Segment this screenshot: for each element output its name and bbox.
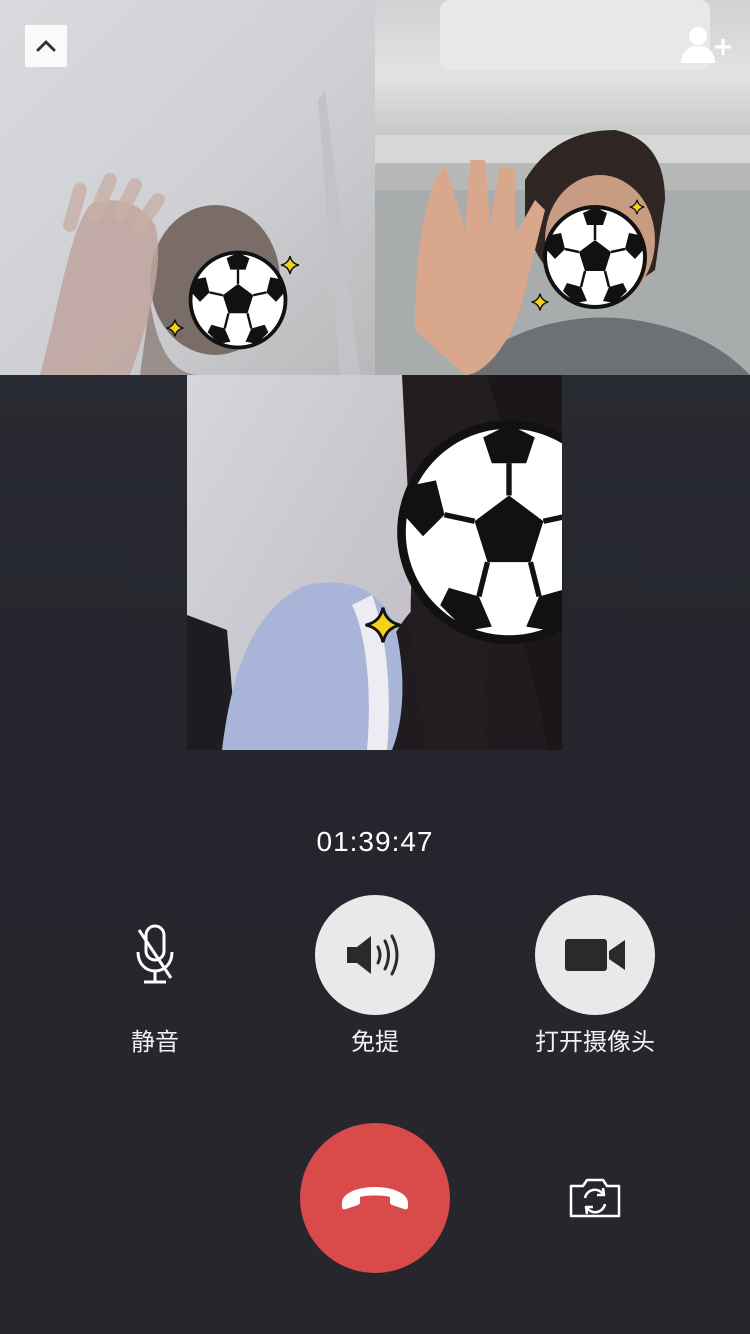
hang-up-button[interactable] bbox=[300, 1123, 450, 1273]
mute-label: 静音 bbox=[131, 1028, 179, 1056]
camera-control[interactable]: 打开摄像头 bbox=[515, 895, 675, 1057]
chevron-up-icon bbox=[36, 40, 56, 52]
mute-button[interactable] bbox=[95, 895, 215, 1015]
video-camera-icon bbox=[565, 939, 625, 971]
add-user-icon bbox=[681, 27, 731, 63]
camera-button[interactable] bbox=[535, 895, 655, 1015]
mute-control[interactable]: 静音 bbox=[75, 895, 235, 1057]
camera-label: 打开摄像头 bbox=[535, 1028, 655, 1056]
switch-camera-icon bbox=[569, 1178, 621, 1218]
call-duration: 01:39:47 bbox=[316, 826, 434, 857]
microphone-off-icon bbox=[136, 924, 174, 984]
switch-camera-button[interactable] bbox=[560, 1170, 630, 1226]
speaker-label: 免提 bbox=[351, 1028, 399, 1056]
speaker-icon bbox=[347, 934, 399, 976]
collapse-button[interactable] bbox=[25, 25, 67, 67]
speaker-control[interactable]: 免提 bbox=[295, 895, 455, 1057]
speaker-button[interactable] bbox=[315, 895, 435, 1015]
hang-up-icon bbox=[342, 1187, 408, 1210]
soccer-ball-sticker bbox=[188, 250, 288, 350]
soccer-ball-sticker bbox=[543, 205, 647, 309]
add-member-button[interactable] bbox=[676, 22, 734, 68]
self-video[interactable] bbox=[187, 375, 562, 750]
